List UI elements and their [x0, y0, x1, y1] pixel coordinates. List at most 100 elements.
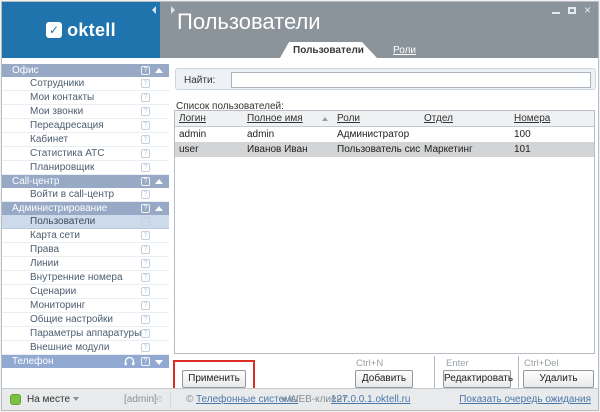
edit-button[interactable]: Редактировать: [443, 370, 511, 388]
help-icon[interactable]: ?: [141, 259, 150, 268]
sidebar-item-network-map[interactable]: Карта сети?: [2, 229, 169, 243]
collapse-up-icon: [155, 206, 163, 211]
oktell-check-icon: ✓: [46, 22, 62, 38]
cell-numbers: 101: [510, 142, 594, 157]
sidebar-item-forwarding[interactable]: Переадресация?: [2, 119, 169, 133]
help-icon[interactable]: ?: [141, 217, 150, 226]
help-icon[interactable]: ?: [141, 329, 150, 338]
sidebar-item-enter-callcenter[interactable]: Войти в call-центр?: [2, 188, 169, 202]
sidebar-item-cabinet[interactable]: Кабинет?: [2, 133, 169, 147]
sidebar-item-external-modules[interactable]: Внешние модули?: [2, 341, 169, 355]
help-icon[interactable]: ?: [141, 315, 150, 324]
help-icon[interactable]: ?: [141, 135, 150, 144]
help-icon[interactable]: ?: [141, 66, 150, 75]
column-header-numbers[interactable]: Номера: [510, 111, 594, 126]
sidebar-item-hardware-params[interactable]: Параметры аппаратуры?: [2, 327, 169, 341]
help-icon[interactable]: ?: [141, 190, 150, 199]
column-header-fullname[interactable]: Полное имя: [243, 111, 333, 126]
help-icon[interactable]: ?: [141, 149, 150, 158]
sidebar-item-my-calls[interactable]: Мои звонки?: [2, 105, 169, 119]
help-icon[interactable]: ?: [141, 245, 150, 254]
divider: [170, 391, 171, 408]
sidebar-item-rights[interactable]: Права?: [2, 243, 169, 257]
column-header-roles[interactable]: Роли: [333, 111, 420, 126]
search-input[interactable]: [231, 72, 591, 88]
column-header-department[interactable]: Отдел: [420, 111, 510, 126]
presence-status-icon[interactable]: [10, 394, 21, 405]
sidebar: Офис ? Сотрудники? Мои контакты? Мои зво…: [2, 64, 169, 387]
help-icon[interactable]: ?: [141, 107, 150, 116]
page-title: Пользователи: [177, 9, 321, 35]
minimize-icon[interactable]: [552, 12, 560, 14]
sidebar-item-my-contacts[interactable]: Мои контакты?: [2, 91, 169, 105]
presence-label: На месте: [27, 394, 70, 405]
delete-button[interactable]: Удалить: [523, 370, 594, 388]
sidebar-item-scenarios[interactable]: Сценарии?: [2, 285, 169, 299]
headset-icon: [124, 356, 135, 371]
sidebar-item-lines[interactable]: Линии?: [2, 257, 169, 271]
column-label: Роли: [337, 113, 360, 124]
presence-selector[interactable]: На месте: [27, 394, 79, 405]
app-window: ✓ oktell Пользователи × Пользователи Рол…: [1, 1, 599, 411]
webclient-link[interactable]: 127.0.0.1.oktell.ru: [331, 394, 411, 405]
add-button[interactable]: Добавить: [355, 370, 413, 388]
search-label: Найти:: [184, 75, 215, 86]
help-icon[interactable]: ?: [141, 163, 150, 172]
help-icon[interactable]: ?: [141, 231, 150, 240]
sidebar-item-scheduler[interactable]: Планировщик?: [2, 161, 169, 175]
sidebar-section-office[interactable]: Офис ?: [2, 64, 169, 77]
item-label: Планировщик: [30, 162, 94, 173]
search-panel: Найти:: [175, 68, 596, 90]
column-header-login[interactable]: Логин: [175, 111, 243, 126]
cell-department: Маркетинг: [420, 142, 510, 157]
help-icon[interactable]: ?: [141, 357, 150, 366]
item-label: Войти в call-центр: [30, 189, 114, 200]
sidebar-item-users[interactable]: Пользователи?: [2, 215, 169, 229]
tab-users[interactable]: Пользователи: [280, 42, 377, 58]
cell-fullname: Иванов Иван: [243, 142, 333, 157]
sidebar-section-phone[interactable]: Телефон ?: [2, 355, 169, 368]
column-label: Номера: [514, 113, 550, 124]
mail-icon[interactable]: ✉: [153, 393, 162, 406]
close-icon[interactable]: ×: [584, 6, 591, 15]
maximize-icon[interactable]: [568, 7, 576, 14]
show-queue-link[interactable]: Показать очередь ожидания: [459, 394, 591, 405]
sidebar-item-general-settings[interactable]: Общие настройки?: [2, 313, 169, 327]
sidebar-item-monitoring[interactable]: Мониторинг?: [2, 299, 169, 313]
table-header-row: Логин Полное имя Роли Отдел Номера: [175, 111, 594, 127]
window-controls: ×: [552, 5, 591, 15]
copyright-symbol: ©: [186, 394, 193, 405]
item-label: Внутренние номера: [30, 272, 123, 283]
collapse-up-icon: [155, 68, 163, 73]
cell-department: [420, 127, 510, 142]
item-label: Мониторинг: [30, 300, 85, 311]
logged-in-user: [admin]: [124, 394, 157, 405]
apply-button[interactable]: Применить: [182, 370, 246, 388]
collapse-sidebar-icon[interactable]: [152, 6, 156, 14]
help-icon[interactable]: ?: [141, 273, 150, 282]
sidebar-item-employees[interactable]: Сотрудники?: [2, 77, 169, 91]
help-icon[interactable]: ?: [141, 121, 150, 130]
table-row-selected[interactable]: user Иванов Иван Пользователь систем... …: [175, 142, 594, 157]
cell-fullname: admin: [243, 127, 333, 142]
sidebar-item-pbx-stats[interactable]: Статистика АТС?: [2, 147, 169, 161]
item-label: Пользователи: [30, 216, 95, 227]
help-icon[interactable]: ?: [141, 177, 150, 186]
help-icon[interactable]: ?: [141, 301, 150, 310]
section-label: Администрирование: [12, 203, 107, 214]
collapse-up-icon: [155, 179, 163, 184]
status-bar: На месте [admin] ✉ © Телефонные системы …: [2, 388, 598, 410]
expand-arrow-icon[interactable]: [171, 6, 175, 14]
help-icon[interactable]: ?: [141, 79, 150, 88]
help-icon[interactable]: ?: [141, 204, 150, 213]
table-row[interactable]: admin admin Администратор 100: [175, 127, 594, 142]
sidebar-section-callcenter[interactable]: Call-центр ?: [2, 175, 169, 188]
help-icon[interactable]: ?: [141, 93, 150, 102]
help-icon[interactable]: ?: [141, 343, 150, 352]
sidebar-item-internal-numbers[interactable]: Внутренние номера?: [2, 271, 169, 285]
section-label: Call-центр: [12, 176, 59, 187]
help-icon[interactable]: ?: [141, 287, 150, 296]
tab-roles[interactable]: Роли: [393, 45, 416, 56]
sidebar-section-administration[interactable]: Администрирование ?: [2, 202, 169, 215]
item-label: Мои контакты: [30, 92, 94, 103]
